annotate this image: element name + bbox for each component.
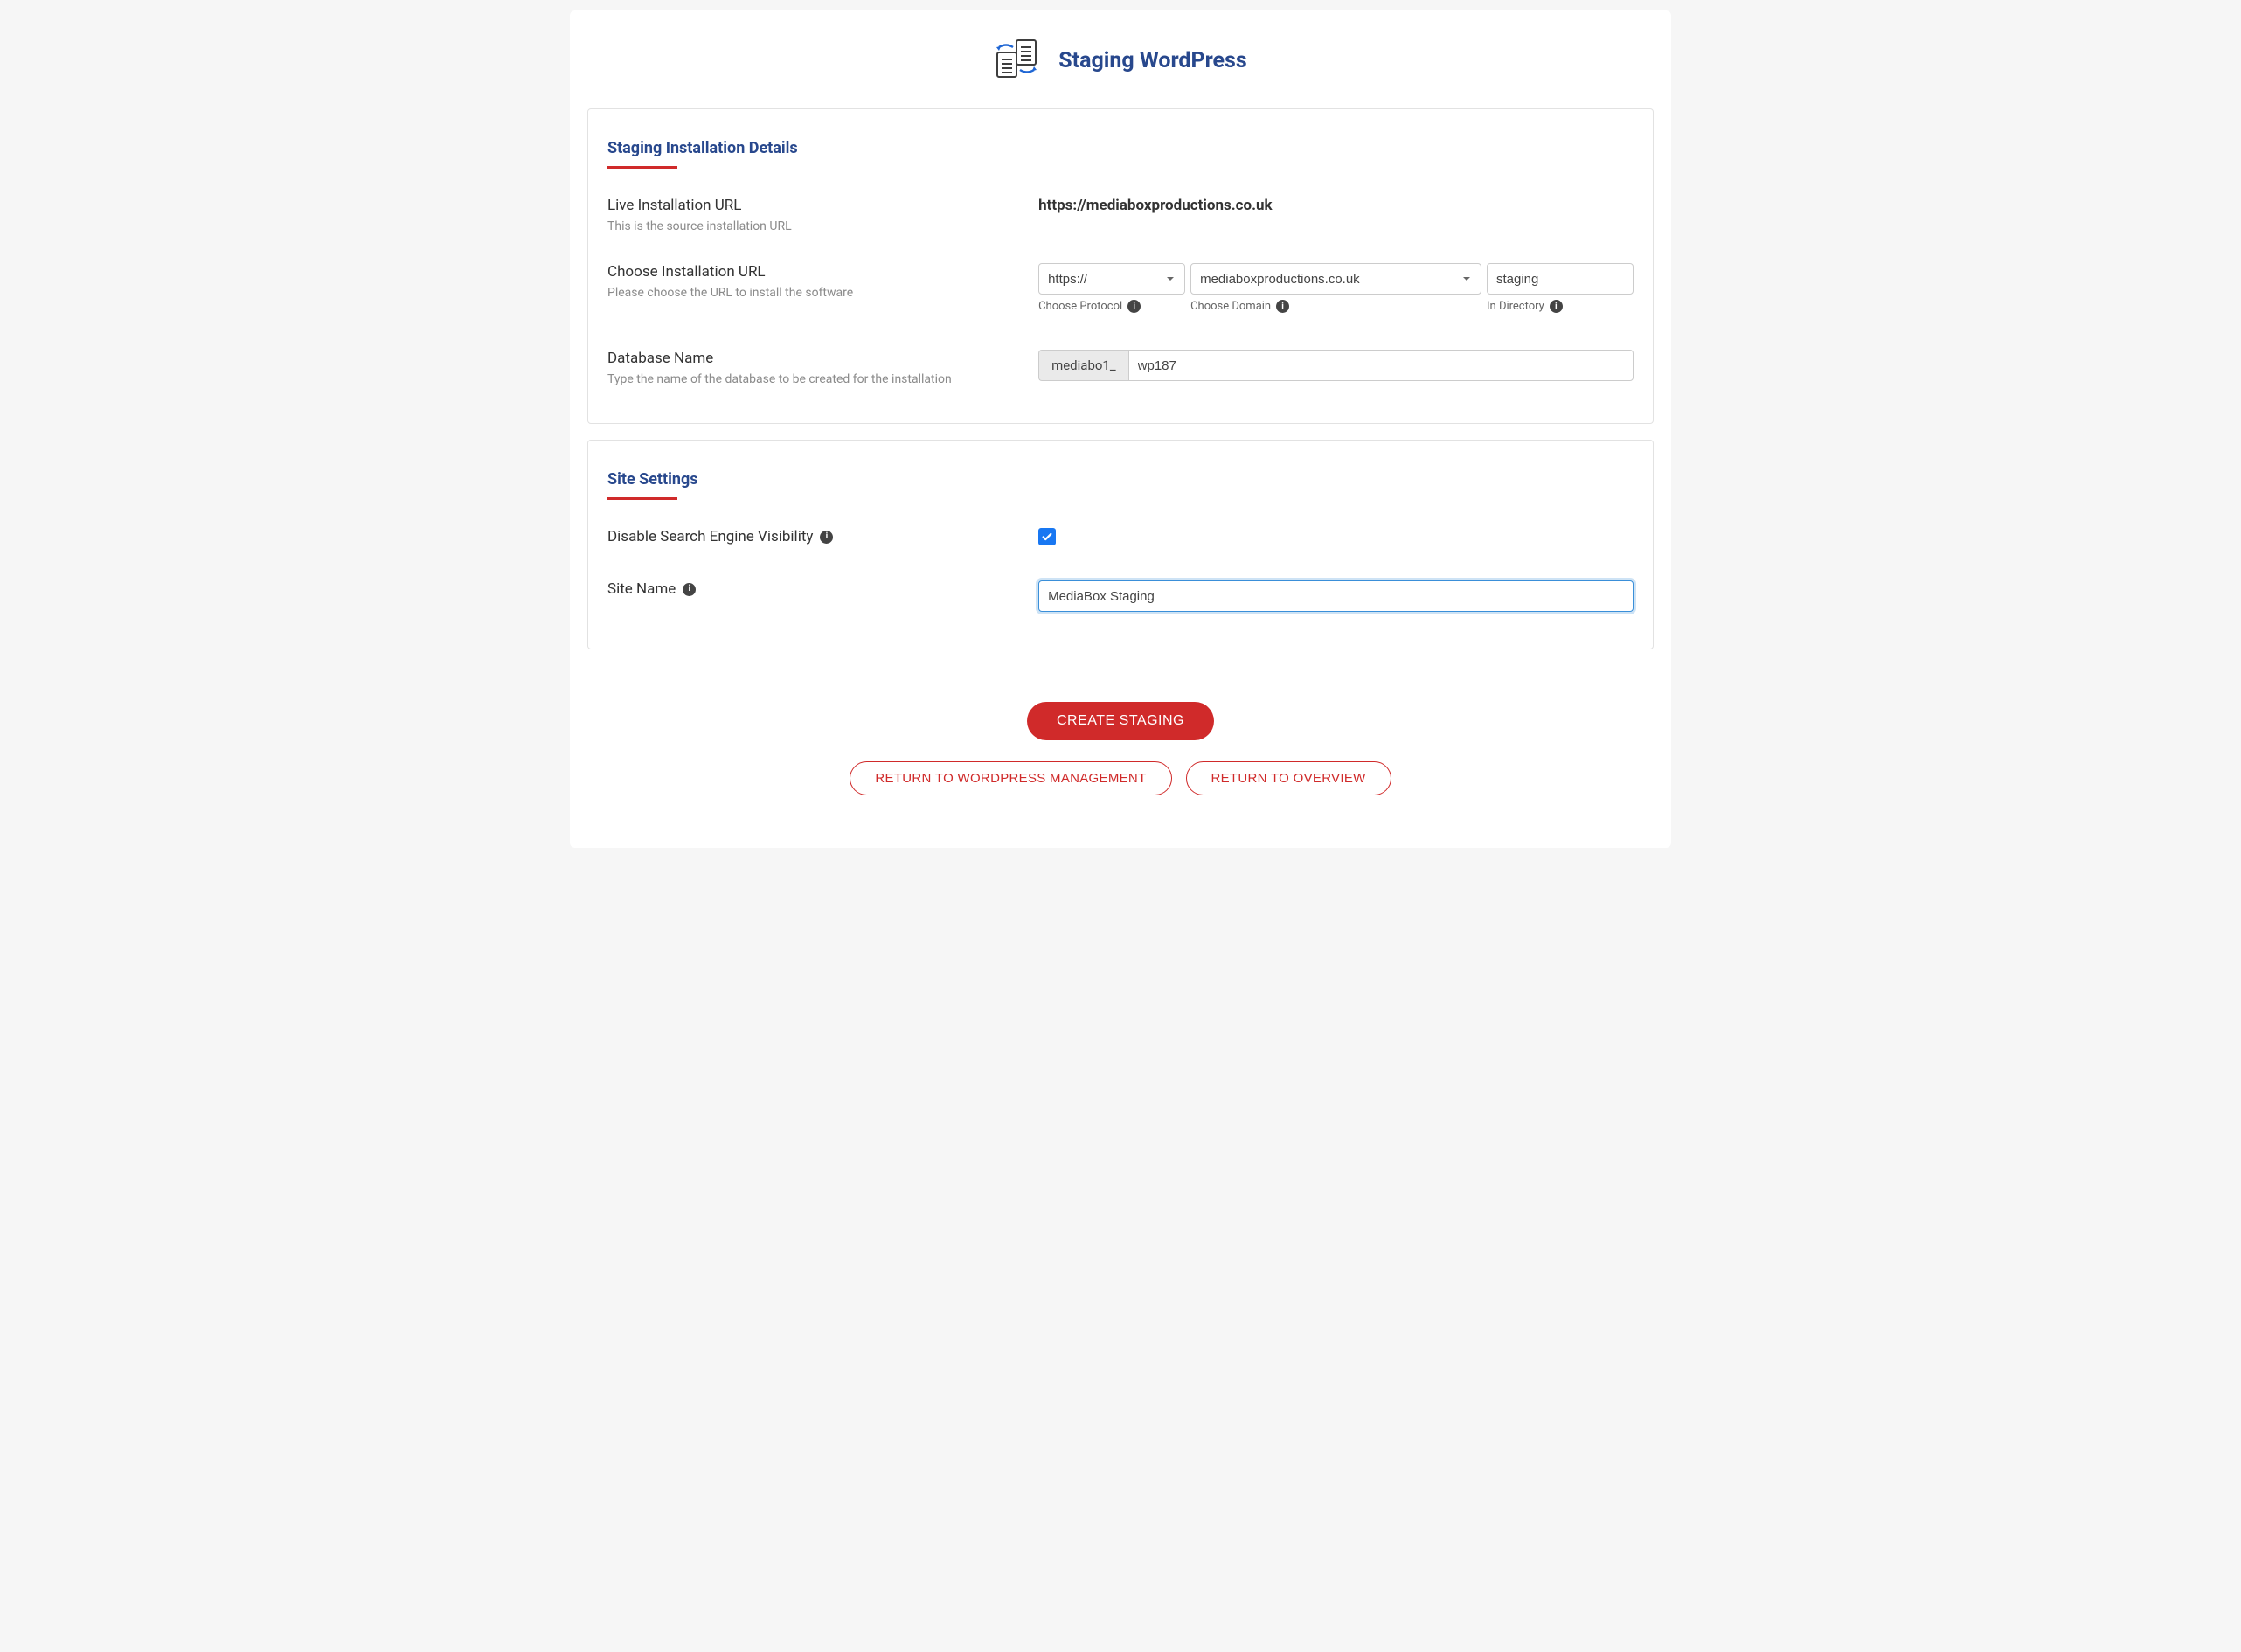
db-row: Database Name Type the name of the datab… (607, 350, 1634, 386)
info-icon[interactable]: i (1550, 300, 1563, 313)
site-name-input[interactable] (1038, 580, 1634, 612)
site-name-label: Site Name (607, 580, 676, 598)
info-icon[interactable]: i (1127, 300, 1141, 313)
domain-sublabel: Choose Domain (1190, 300, 1271, 313)
db-label: Database Name (607, 350, 1021, 367)
db-prefix: mediabo1_ (1038, 350, 1128, 381)
page-header: Staging WordPress (587, 37, 1654, 84)
staging-icon (994, 37, 1041, 84)
disable-seo-checkbox[interactable] (1038, 528, 1056, 545)
section-underline (607, 497, 677, 500)
site-settings-panel: Site Settings Disable Search Engine Visi… (587, 440, 1654, 649)
directory-input[interactable] (1487, 263, 1634, 295)
site-name-row: Site Name i (607, 580, 1634, 612)
page-title: Staging WordPress (1058, 48, 1246, 73)
disable-seo-label: Disable Search Engine Visibility (607, 528, 813, 545)
details-panel: Staging Installation Details Live Instal… (587, 108, 1654, 424)
live-url-label: Live Installation URL (607, 197, 1021, 214)
info-icon[interactable]: i (1276, 300, 1289, 313)
db-name-input[interactable] (1128, 350, 1634, 381)
return-mgmt-button[interactable]: RETURN TO WORDPRESS MANAGEMENT (850, 761, 1171, 795)
details-section-title: Staging Installation Details (607, 139, 1634, 157)
live-url-desc: This is the source installation URL (607, 219, 1021, 233)
protocol-sublabel: Choose Protocol (1038, 300, 1122, 313)
actions: CREATE STAGING RETURN TO WORDPRESS MANAG… (587, 702, 1654, 795)
choose-url-row: Choose Installation URL Please choose th… (607, 263, 1634, 320)
site-settings-title: Site Settings (607, 470, 1634, 489)
disable-seo-row: Disable Search Engine Visibility i (607, 528, 1634, 551)
info-icon[interactable]: i (820, 531, 833, 544)
section-underline (607, 166, 677, 169)
domain-select[interactable]: mediaboxproductions.co.uk (1190, 263, 1481, 295)
return-overview-button[interactable]: RETURN TO OVERVIEW (1186, 761, 1391, 795)
live-url-row: Live Installation URL This is the source… (607, 197, 1634, 233)
live-url-value: https://mediaboxproductions.co.uk (1038, 197, 1634, 214)
choose-url-desc: Please choose the URL to install the sof… (607, 286, 1021, 300)
db-desc: Type the name of the database to be crea… (607, 372, 1021, 386)
choose-url-label: Choose Installation URL (607, 263, 1021, 281)
create-staging-button[interactable]: CREATE STAGING (1027, 702, 1214, 740)
info-icon[interactable]: i (683, 583, 696, 596)
page-container: Staging WordPress Staging Installation D… (570, 10, 1671, 848)
directory-sublabel: In Directory (1487, 300, 1544, 313)
protocol-select[interactable]: https:// (1038, 263, 1185, 295)
